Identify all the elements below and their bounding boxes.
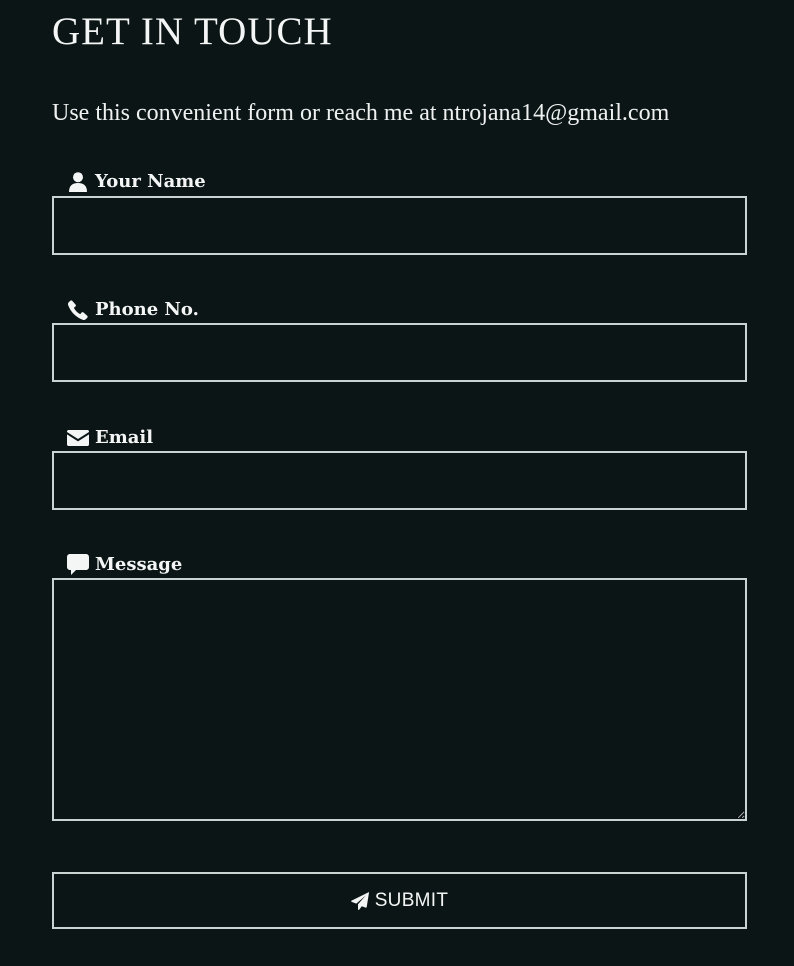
message-label-text: Message (95, 554, 183, 575)
message-label: Message (67, 554, 182, 576)
name-input[interactable] (52, 196, 747, 255)
submit-label: SUBMIT (374, 889, 449, 911)
paper-plane-icon (350, 891, 369, 910)
name-label: Your Name (67, 171, 206, 193)
message-textarea[interactable] (52, 578, 747, 821)
phone-icon (67, 299, 89, 321)
phone-input[interactable] (52, 323, 747, 382)
page-title: GET IN TOUCH (52, 10, 333, 53)
phone-label: Phone No. (67, 299, 199, 321)
intro-text: Use this convenient form or reach me at … (52, 100, 670, 126)
name-label-text: Your Name (95, 171, 206, 192)
email-label-text: Email (95, 427, 154, 448)
email-input[interactable] (52, 451, 747, 510)
user-icon (67, 171, 89, 193)
submit-button[interactable]: SUBMIT (52, 872, 747, 929)
email-label: Email (67, 427, 153, 449)
phone-label-text: Phone No. (95, 299, 199, 320)
comment-icon (67, 554, 89, 576)
envelope-icon (67, 427, 89, 449)
